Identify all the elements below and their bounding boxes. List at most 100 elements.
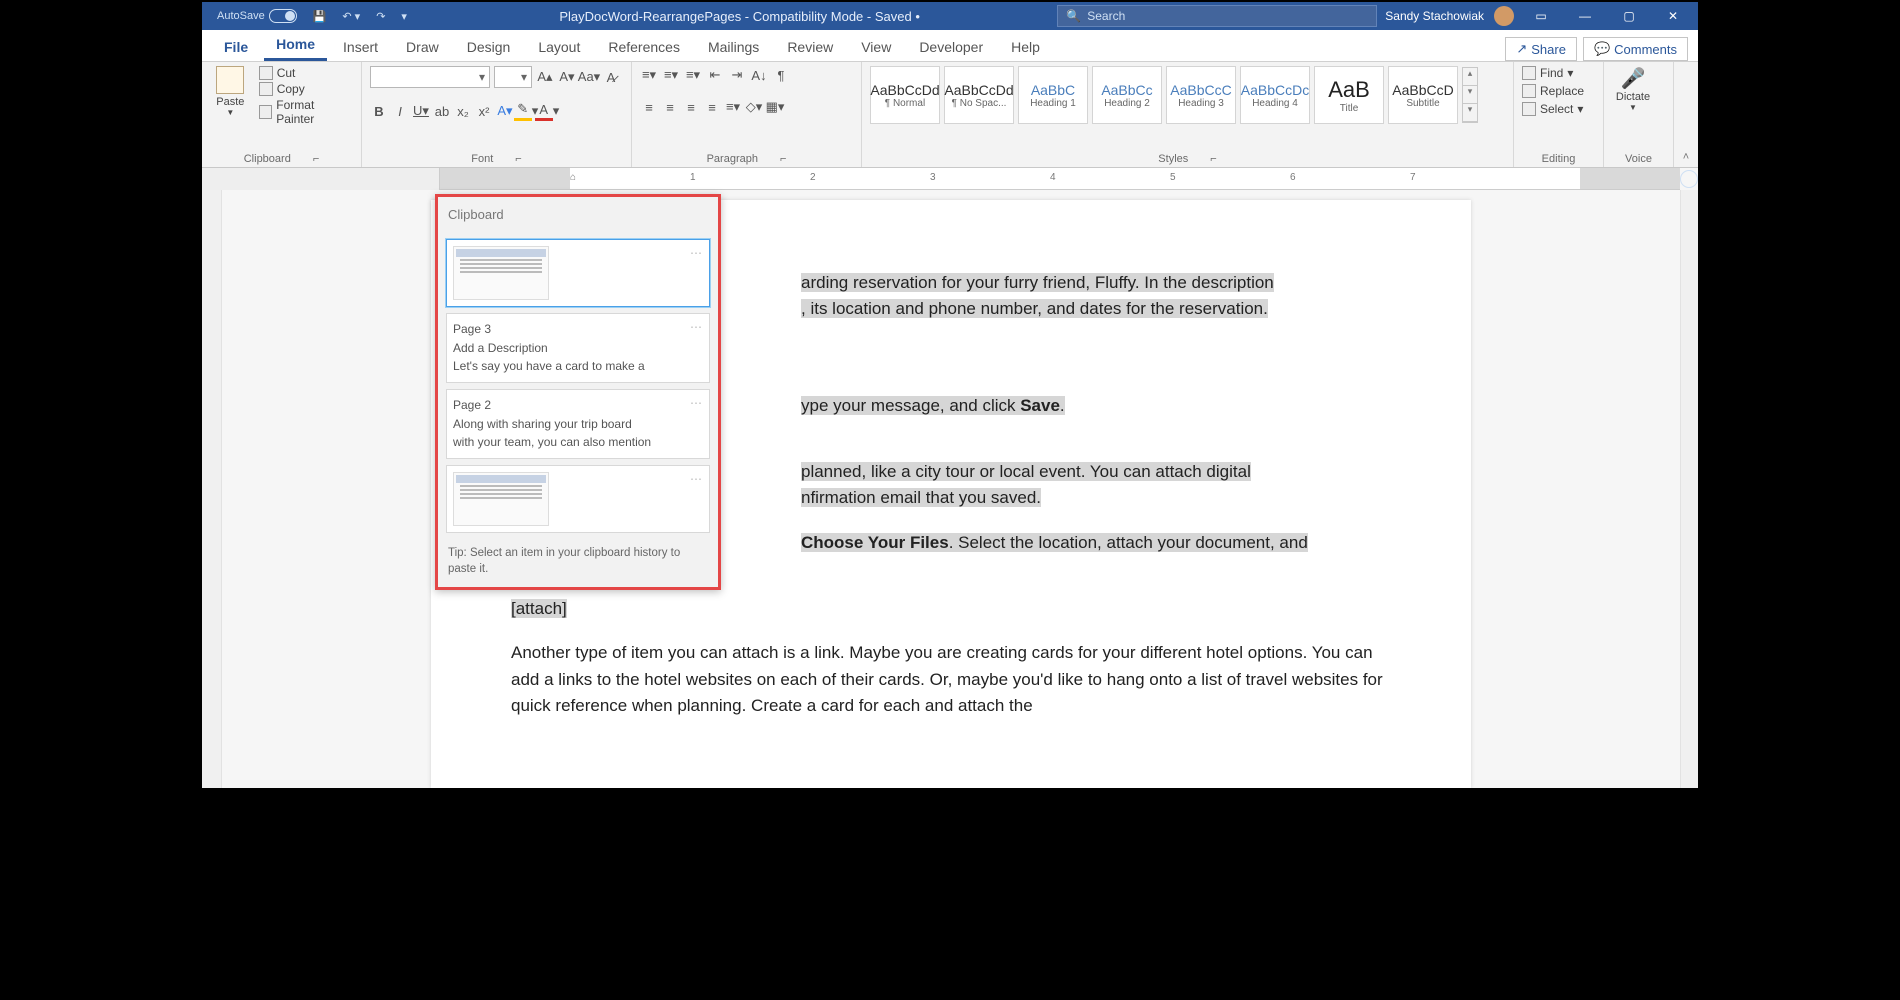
clipboard-item-3[interactable]: ⋯ Page 2 Along with sharing your trip bo… [446,389,710,459]
style-nospacing[interactable]: AaBbCcDd¶ No Spac... [944,66,1014,124]
numbering-button[interactable]: ≡▾ [662,66,680,84]
autosave-toggle[interactable]: AutoSave [212,6,302,26]
save-icon[interactable]: 💾 [308,7,332,26]
feedback-icon[interactable] [1680,170,1698,188]
highlight-button[interactable]: ✎▾ [517,102,535,120]
styles-gallery[interactable]: AaBbCcDd¶ Normal AaBbCcDd¶ No Spac... Aa… [870,66,1478,124]
format-painter-button[interactable]: Format Painter [259,98,353,126]
line-spacing-button[interactable]: ≡▾ [724,98,742,116]
sort-button[interactable]: A↓ [750,66,768,84]
undo-icon[interactable]: ↶ ▾ [337,7,365,26]
group-label-styles: Styles [1158,153,1188,165]
tab-developer[interactable]: Developer [907,33,995,61]
clipboard-item-1[interactable]: ⋯ [446,239,710,307]
select-button[interactable]: Select ▾ [1522,102,1584,116]
chevron-down-icon: ▼ [226,108,234,117]
increase-indent-button[interactable]: ⇥ [728,66,746,84]
styles-scroller[interactable]: ▴▾▾ [1462,67,1478,123]
scrollbar-vertical[interactable] [1680,190,1698,788]
tab-layout[interactable]: Layout [526,33,592,61]
close-icon[interactable]: ✕ [1656,2,1690,30]
tab-draw[interactable]: Draw [394,33,451,61]
comments-button[interactable]: 💬Comments [1583,37,1688,61]
style-title[interactable]: AaBTitle [1314,66,1384,124]
clipboard-item-4[interactable]: ⋯ [446,465,710,533]
chevron-up-icon[interactable]: ▴ [1463,68,1477,86]
dialog-launcher-icon[interactable]: ⌐ [1210,153,1216,165]
qat-more-icon[interactable]: ▾ [396,7,412,26]
styles-more-icon[interactable]: ▾ [1463,104,1477,122]
share-button[interactable]: ↗Share [1505,37,1577,61]
italic-button[interactable]: I [391,102,409,120]
tab-help[interactable]: Help [999,33,1052,61]
tab-home[interactable]: Home [264,30,327,61]
doc-text: , its location and phone number, and dat… [801,296,1391,322]
shrink-font-icon[interactable]: A▾ [558,68,576,86]
minimize-icon[interactable]: — [1568,2,1602,30]
strikethrough-button[interactable]: ab [433,102,451,120]
dictate-button[interactable]: 🎤 Dictate ▼ [1612,66,1654,112]
tab-view[interactable]: View [849,33,903,61]
subscript-button[interactable]: x₂ [454,102,472,120]
borders-button[interactable]: ▦▾ [766,98,784,116]
multilevel-button[interactable]: ≡▾ [684,66,702,84]
user-name[interactable]: Sandy Stachowiak [1385,9,1484,23]
font-name-input[interactable]: ▾ [370,66,490,88]
dialog-launcher-icon[interactable]: ⌐ [313,153,319,165]
decrease-indent-button[interactable]: ⇤ [706,66,724,84]
clear-formatting-icon[interactable]: A̷ [602,68,620,86]
tab-references[interactable]: References [596,33,692,61]
text-effects-button[interactable]: A▾ [496,102,514,120]
align-left-button[interactable]: ≡ [640,98,658,116]
style-subtitle[interactable]: AaBbCcDSubtitle [1388,66,1458,124]
item-menu-icon[interactable]: ⋯ [690,394,703,413]
bullets-button[interactable]: ≡▾ [640,66,658,84]
style-heading3[interactable]: AaBbCcCHeading 3 [1166,66,1236,124]
bold-button[interactable]: B [370,102,388,120]
style-heading2[interactable]: AaBbCcHeading 2 [1092,66,1162,124]
align-center-button[interactable]: ≡ [661,98,679,116]
style-heading4[interactable]: AaBbCcDcHeading 4 [1240,66,1310,124]
change-case-icon[interactable]: Aa▾ [580,68,598,86]
item-menu-icon[interactable]: ⋯ [690,470,703,489]
tab-mailings[interactable]: Mailings [696,33,771,61]
superscript-button[interactable]: x² [475,102,493,120]
find-button[interactable]: Find ▾ [1522,66,1584,80]
font-color-button[interactable]: A▾ [538,102,556,120]
dialog-launcher-icon[interactable]: ⌐ [780,153,786,165]
group-label-paragraph: Paragraph [707,153,758,165]
underline-button[interactable]: U▾ [412,102,430,120]
ruler[interactable]: ⌂ 1 2 3 4 5 6 7 [202,168,1698,190]
item-menu-icon[interactable]: ⋯ [690,318,703,337]
document-page[interactable]: Clipboard ⋯ ⋯ Page 3 Add a Description L… [431,200,1471,788]
chevron-down-icon[interactable]: ▾ [1463,86,1477,104]
replace-button[interactable]: Replace [1522,84,1584,98]
maximize-icon[interactable]: ▢ [1612,2,1646,30]
redo-icon[interactable]: ↷ [371,7,390,26]
style-heading1[interactable]: AaBbCHeading 1 [1018,66,1088,124]
tab-review[interactable]: Review [775,33,845,61]
collapse-ribbon-icon[interactable]: ˄ [1683,151,1689,163]
search-input[interactable]: 🔍 Search [1057,5,1377,27]
tab-insert[interactable]: Insert [331,33,390,61]
grow-font-icon[interactable]: A▴ [536,68,554,86]
vertical-ruler[interactable] [202,190,222,788]
font-size-input[interactable]: ▾ [494,66,532,88]
item-menu-icon[interactable]: ⋯ [690,244,703,263]
ribbon-display-icon[interactable]: ▭ [1524,2,1558,30]
paste-button[interactable]: Paste ▼ [210,66,251,117]
share-icon: ↗ [1516,41,1527,57]
align-right-button[interactable]: ≡ [682,98,700,116]
tab-file[interactable]: File [212,33,260,61]
dialog-launcher-icon[interactable]: ⌐ [515,153,521,165]
clipboard-item-2[interactable]: ⋯ Page 3 Add a Description Let's say you… [446,313,710,383]
shading-button[interactable]: ◇▾ [745,98,763,116]
avatar[interactable] [1494,6,1514,26]
show-marks-button[interactable]: ¶ [772,66,790,84]
style-normal[interactable]: AaBbCcDd¶ Normal [870,66,940,124]
justify-button[interactable]: ≡ [703,98,721,116]
tab-design[interactable]: Design [455,33,523,61]
cut-button[interactable]: Cut [259,66,353,80]
clipboard-thumb-icon [453,472,549,526]
copy-button[interactable]: Copy [259,82,353,96]
